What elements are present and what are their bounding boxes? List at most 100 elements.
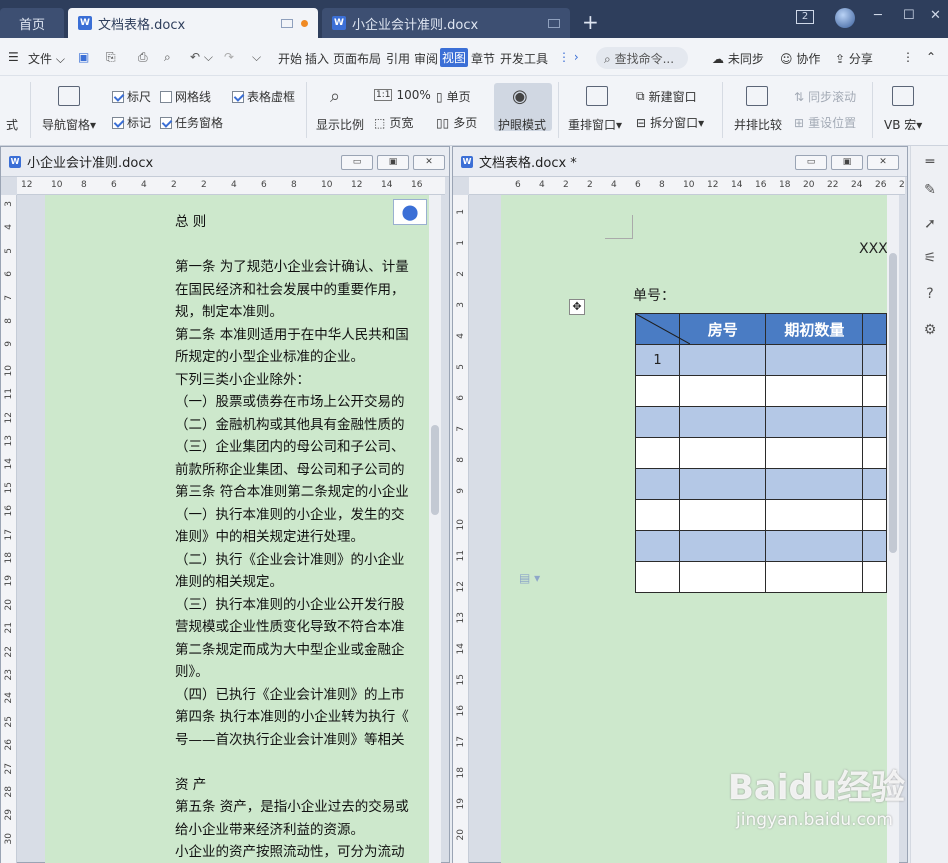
document-line[interactable]: 前款所称企业集团、母公司和子公司的 bbox=[175, 459, 429, 482]
document-line[interactable]: 号——首次执行企业会计准则》等相关 bbox=[175, 729, 429, 752]
table-cell[interactable] bbox=[765, 468, 864, 500]
left-pane-close-icon[interactable]: ✕ bbox=[413, 155, 445, 170]
collapse-icon[interactable]: ═ bbox=[922, 154, 938, 170]
menu-developer[interactable]: 开发工具 bbox=[500, 50, 548, 67]
right-scrollbar-thumb[interactable] bbox=[889, 253, 897, 553]
document-line[interactable]: 小企业的资产按照流动性，可分为流动 bbox=[175, 841, 429, 863]
left-document-text[interactable]: 总 则第一条 为了规范小企业会计确认、计量 在国民经济和社会发展中的重要作用， 规，… bbox=[175, 211, 429, 863]
minimize-icon[interactable]: ─ bbox=[874, 8, 882, 23]
table-cell[interactable] bbox=[679, 499, 767, 531]
document-line[interactable]: 所规定的小型企业标准的企业。 bbox=[175, 346, 429, 369]
pen-icon[interactable]: ✎ bbox=[922, 182, 938, 198]
document-line[interactable]: 准则的相关规定。 bbox=[175, 571, 429, 594]
gridlines-checkbox[interactable]: 网格线 bbox=[160, 88, 211, 105]
right-pane-minimize-icon[interactable]: ▭ bbox=[795, 155, 827, 170]
sync-scroll-button[interactable]: ⇅ 同步滚动 bbox=[794, 88, 856, 105]
hamburger-icon[interactable]: ☰ bbox=[8, 50, 19, 64]
menu-insert[interactable]: 插入 bbox=[305, 50, 329, 67]
menu-page-layout[interactable]: 页面布局 bbox=[333, 50, 381, 67]
vb-macro-icon[interactable] bbox=[892, 86, 914, 106]
document-line[interactable]: 第三条 符合本准则第二条规定的小企业 bbox=[175, 481, 429, 504]
menu-chapter[interactable]: 章节 bbox=[471, 50, 495, 67]
table-row[interactable] bbox=[634, 499, 887, 531]
rearrange-window-button[interactable]: 重排窗口 ▾ bbox=[568, 116, 622, 133]
document-line[interactable]: 准则》中的相关规定进行处理。 bbox=[175, 526, 429, 549]
document-line[interactable] bbox=[175, 751, 429, 774]
table-cell[interactable] bbox=[862, 499, 887, 531]
left-pane-restore-icon[interactable]: ▣ bbox=[377, 155, 409, 170]
table-cell[interactable] bbox=[765, 375, 864, 407]
undo-icon[interactable]: ↶ ⌵ bbox=[190, 50, 213, 65]
table-cell[interactable] bbox=[634, 375, 681, 407]
table-row[interactable] bbox=[634, 437, 887, 469]
table-cell[interactable] bbox=[862, 561, 887, 593]
new-tab-plus-icon[interactable]: + bbox=[582, 10, 599, 34]
table-cell[interactable] bbox=[765, 437, 864, 469]
settings-gear-icon[interactable]: ⚙ bbox=[922, 322, 938, 338]
document-line[interactable] bbox=[175, 234, 429, 257]
table-cell[interactable] bbox=[862, 406, 887, 438]
table-row[interactable] bbox=[634, 530, 887, 562]
more-options-icon[interactable]: ⋮ bbox=[902, 50, 914, 64]
menu-start[interactable]: 开始 bbox=[278, 50, 302, 67]
monitor-icon[interactable] bbox=[281, 18, 293, 28]
table-cell[interactable] bbox=[679, 406, 767, 438]
document-line[interactable]: 第二条规定而成为大中型企业或金融企 bbox=[175, 639, 429, 662]
table-cell[interactable] bbox=[862, 468, 887, 500]
table-virtual-checkbox[interactable]: 表格虚框 bbox=[232, 88, 295, 105]
document-line[interactable]: 则》。 bbox=[175, 661, 429, 684]
document-line[interactable]: （四）已执行《企业会计准则》的上市 bbox=[175, 684, 429, 707]
table-cell[interactable] bbox=[634, 530, 681, 562]
document-line[interactable]: 第二条 本准则适用于在中华人民共和国 bbox=[175, 324, 429, 347]
export-icon[interactable]: ⎘ bbox=[106, 50, 116, 65]
table-cell[interactable] bbox=[862, 375, 887, 407]
document-line[interactable]: 第五条 资产，是指小企业过去的交易或 bbox=[175, 796, 429, 819]
print-icon[interactable]: ⎙ bbox=[138, 50, 148, 65]
table-cell[interactable] bbox=[862, 530, 887, 562]
marks-checkbox[interactable]: 标记 bbox=[112, 114, 151, 131]
table-row[interactable]: 1 bbox=[634, 344, 887, 376]
tab-accounting-standards[interactable]: W 小企业会计准则.docx bbox=[322, 8, 570, 38]
document-line[interactable]: （三）企业集团内的母公司和子公司、 bbox=[175, 436, 429, 459]
document-line[interactable]: （二）金融机构或其他具有金融性质的 bbox=[175, 414, 429, 437]
table-cell[interactable] bbox=[862, 437, 887, 469]
table-row[interactable] bbox=[634, 406, 887, 438]
table-cell[interactable] bbox=[765, 530, 864, 562]
document-line[interactable]: 第四条 执行本准则的小企业转为执行《 bbox=[175, 706, 429, 729]
side-by-side-icon[interactable] bbox=[746, 86, 768, 106]
page-width-button[interactable]: ⬚ 页宽 bbox=[374, 114, 413, 131]
sliders-icon[interactable]: ⚟ bbox=[922, 250, 938, 266]
split-window-button[interactable]: ⊟ 拆分窗口 ▾ bbox=[636, 114, 704, 131]
document-line[interactable]: 资 产 bbox=[175, 774, 429, 797]
reset-position-button[interactable]: ⊞ 重设位置 bbox=[794, 114, 856, 131]
save-icon[interactable]: ▣ bbox=[78, 50, 89, 64]
table-cell[interactable] bbox=[634, 561, 681, 593]
document-line[interactable]: 总 则 bbox=[175, 211, 429, 234]
window-count-badge[interactable]: 2 bbox=[796, 10, 814, 24]
table-header-next[interactable] bbox=[862, 313, 887, 345]
table-cell[interactable] bbox=[634, 468, 681, 500]
table-header-opening-qty[interactable]: 期初数量 bbox=[765, 313, 864, 345]
command-search-input[interactable]: ⌕ 查找命令... bbox=[596, 47, 688, 69]
table-cell[interactable] bbox=[765, 406, 864, 438]
document-line[interactable]: （一）股票或债券在市场上公开交易的 bbox=[175, 391, 429, 414]
nav-pane-button[interactable]: 导航窗格 ▾ bbox=[42, 116, 96, 133]
left-scrollbar[interactable] bbox=[429, 195, 441, 863]
left-horizontal-ruler[interactable]: 12 10 8 6 4 2 2 4 6 8 10 12 14 16 bbox=[17, 177, 445, 195]
more-chevron-icon[interactable]: ⌵ bbox=[252, 50, 261, 65]
sync-status-button[interactable]: ☁ 未同步 bbox=[712, 50, 764, 67]
table-cell[interactable] bbox=[679, 437, 767, 469]
right-pane-close-icon[interactable]: ✕ bbox=[867, 155, 899, 170]
paste-options-icon[interactable]: ▤ ▾ bbox=[519, 571, 540, 585]
zoom-icon[interactable]: ⌕ bbox=[330, 86, 340, 107]
maximize-icon[interactable]: ☐ bbox=[903, 8, 915, 23]
share-button[interactable]: ⇪ 分享 bbox=[835, 50, 873, 67]
table-cell[interactable] bbox=[765, 561, 864, 593]
table-cell[interactable] bbox=[679, 344, 767, 376]
menu-review[interactable]: 审阅 bbox=[414, 50, 438, 67]
ruler-checkbox[interactable]: 标尺 bbox=[112, 88, 151, 105]
table-cell[interactable] bbox=[862, 344, 887, 376]
side-by-side-button[interactable]: 并排比较 bbox=[734, 116, 782, 133]
table-cell[interactable] bbox=[679, 530, 767, 562]
print-preview-icon[interactable]: ⌕ bbox=[164, 50, 171, 65]
